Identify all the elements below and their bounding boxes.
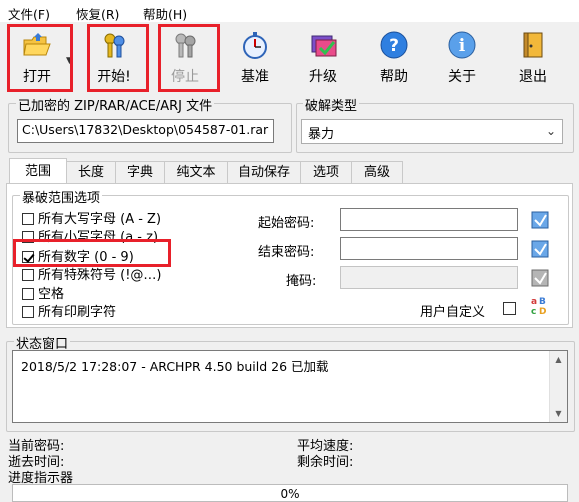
svg-text:i: i [459,36,466,56]
stop-button-label: 停止 [171,69,199,85]
help-icon: ? [380,31,408,59]
exit-button-label: 退出 [519,69,547,85]
upgrade-button-label: 升级 [309,69,337,85]
checkbox-special[interactable]: 所有特殊符号 (!@…) [22,264,162,283]
scroll-up-icon[interactable]: ▲ [550,351,567,368]
tab-options[interactable]: 选项 [300,161,352,183]
scroll-down-icon[interactable]: ▼ [550,405,567,422]
upgrade-icon [311,35,337,57]
svg-text:c: c [531,307,536,316]
checkbox-lowercase[interactable]: 所有小写字母 (a - z) [22,226,158,245]
tab-advanced[interactable]: 高级 [351,161,403,183]
open-dropdown-arrow-icon[interactable]: ▼ [66,56,73,66]
start-button[interactable]: 开始! [87,22,141,90]
attack-type-group-title: 破解类型 [303,95,360,114]
progress-bar-text: 0% [280,487,300,501]
help-button[interactable]: ? 帮助 [367,22,421,90]
upgrade-button[interactable]: 升级 [296,22,350,90]
charset-abc-icon[interactable]: a B c D [528,294,550,316]
mask-label: 掩码: [286,274,317,289]
keys-disabled-icon [175,33,196,58]
tab-dictionary[interactable]: 字典 [115,161,165,183]
keys-icon [104,33,125,58]
menu-recover[interactable]: 恢复(R) [76,4,119,23]
encrypted-file-path-input[interactable]: C:\Users\17832\Desktop\054587-01.rar [17,119,274,143]
stopwatch-icon [243,32,267,59]
mask-edit-icon[interactable] [530,268,550,288]
exit-door-icon [523,32,543,58]
user-defined-label: 用户自定义 [420,305,486,320]
end-password-input[interactable] [340,237,518,260]
tab-autosave[interactable]: 自动保存 [227,161,301,183]
end-password-label: 结束密码: [258,245,315,260]
checkbox-space-box[interactable] [22,288,34,300]
checkbox-space-label: 空格 [38,287,65,302]
benchmark-button-label: 基准 [241,69,269,85]
stop-button[interactable]: 停止 [158,22,212,90]
svg-text:D: D [539,307,546,316]
password-edit-icon[interactable] [530,210,550,230]
open-folder-icon [23,33,51,56]
toolbar: 打开 ▼ 开始! 停止 基准 升级 ? 帮助 i 关于 退出 [0,22,579,90]
remaining-time-label: 剩余时间: [297,455,354,470]
checkbox-digits-label: 所有数字 (0 - 9) [38,250,134,265]
checkbox-special-label: 所有特殊符号 (!@…) [38,268,162,283]
user-defined-checkbox[interactable] [503,302,516,315]
checkbox-special-box[interactable] [22,269,34,281]
checkbox-printable-label: 所有印刷字符 [38,305,117,320]
start-button-label: 开始! [97,69,131,85]
chevron-down-icon: ⌄ [545,124,556,138]
svg-text:B: B [539,297,546,307]
progress-bar: 0% [12,484,568,502]
benchmark-button[interactable]: 基准 [228,22,282,90]
status-log-line: 2018/5/2 17:28:07 - ARCHPR 4.50 build 26… [21,359,329,374]
range-options-group-title: 暴破范围选项 [20,187,103,206]
svg-text:a: a [531,297,537,307]
tab-range[interactable]: 范围 [9,158,67,184]
checkbox-digits[interactable]: 所有数字 (0 - 9) [22,246,134,265]
encrypted-file-group-title: 已加密的 ZIP/RAR/ACE/ARJ 文件 [16,95,215,114]
exit-button[interactable]: 退出 [506,22,560,90]
menu-help[interactable]: 帮助(H) [143,4,187,23]
open-button-label: 打开 [23,69,51,85]
checkbox-printable-box[interactable] [22,306,34,318]
checkbox-space[interactable]: 空格 [22,283,64,302]
tab-length[interactable]: 长度 [66,161,116,183]
attack-type-select[interactable]: 暴力 ⌄ [301,119,563,144]
about-button-label: 关于 [448,69,476,85]
checkbox-lowercase-label: 所有小写字母 (a - z) [38,230,159,245]
checkbox-digits-box[interactable] [22,251,34,263]
checkbox-uppercase-box[interactable] [22,213,34,225]
info-icon: i [448,31,476,59]
menu-bar: 文件(F) 恢复(R) 帮助(H) [0,0,579,22]
status-log[interactable]: 2018/5/2 17:28:07 - ARCHPR 4.50 build 26… [12,350,568,423]
attack-type-selected: 暴力 [308,127,335,142]
password-edit-icon[interactable] [530,239,550,259]
about-button[interactable]: i 关于 [435,22,489,90]
open-button[interactable]: 打开 [10,22,64,90]
menu-file[interactable]: 文件(F) [8,4,50,23]
svg-text:?: ? [389,36,399,56]
checkbox-uppercase[interactable]: 所有大写字母 (A - Z) [22,208,161,227]
status-scrollbar[interactable]: ▲ ▼ [549,351,567,422]
help-button-label: 帮助 [380,69,408,85]
mask-input[interactable] [340,266,518,289]
checkbox-uppercase-label: 所有大写字母 (A - Z) [38,212,162,227]
start-password-input[interactable] [340,208,518,231]
start-password-label: 起始密码: [258,216,315,231]
checkbox-printable[interactable]: 所有印刷字符 [22,301,116,320]
tab-plaintext[interactable]: 纯文本 [164,161,228,183]
checkbox-lowercase-box[interactable] [22,231,34,243]
